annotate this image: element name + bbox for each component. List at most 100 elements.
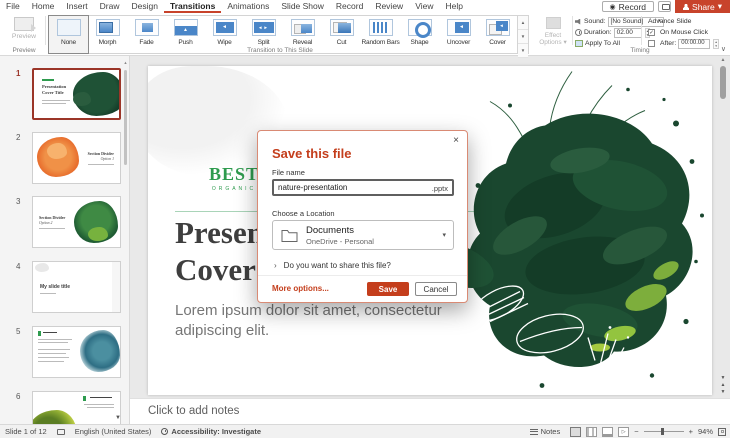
slide-thumbnail-4[interactable]: My slide title [32, 261, 121, 313]
menu-draw[interactable]: Draw [94, 0, 126, 13]
slide-thumbnail-6[interactable] [32, 391, 121, 424]
fern-artwork[interactable] [450, 66, 712, 395]
dialog-footer: More options... Save Cancel [258, 275, 467, 302]
menu-transitions[interactable]: Transitions [163, 0, 222, 13]
thumb-scroll-up-icon[interactable]: ▲ [123, 60, 128, 65]
group-divider [572, 16, 573, 45]
cancel-button[interactable]: Cancel [415, 282, 457, 296]
after-time-spinner[interactable]: ▴ ▾ [713, 38, 720, 49]
transition-shape-icon [407, 19, 432, 38]
more-options-link[interactable]: More options... [272, 284, 329, 293]
transition-none[interactable]: None [48, 15, 89, 54]
transition-reveal-icon [290, 19, 315, 36]
menu-bar: File Home Insert Draw Design Transitions… [0, 0, 730, 13]
slide-vertical-scrollbar[interactable]: ▲ ▼ ▲ ▼ [718, 57, 728, 396]
slide-thumbnail-3[interactable]: Section Divider Option 2 [32, 196, 121, 248]
slide-sorter-view-button[interactable] [586, 426, 598, 437]
scroll-thumb[interactable] [720, 66, 726, 99]
notes-placeholder[interactable]: Click to add notes [148, 405, 239, 417]
share-button[interactable]: Share ▾ [675, 0, 730, 13]
close-icon[interactable]: × [453, 136, 459, 146]
comments-icon[interactable] [658, 1, 672, 12]
fit-slide-button[interactable] [718, 427, 726, 436]
ribbon: Preview Preview None Morph Fade Push Wip… [0, 13, 730, 58]
on-mouse-click-checkbox[interactable]: ✓ On Mouse Click [648, 27, 726, 38]
thumbnail-scrollbar[interactable]: ▲ [123, 60, 128, 420]
display-settings-icon[interactable] [56, 428, 65, 435]
transition-shape[interactable]: Shape [400, 16, 439, 53]
transition-push-icon [173, 19, 198, 36]
accessibility-status[interactable]: Accessibility: Investigate [156, 427, 266, 436]
expander-icon: › [274, 261, 277, 270]
after-checkbox[interactable] [648, 40, 655, 47]
status-bar: Slide 1 of 12 English (United States) Ac… [0, 424, 730, 438]
record-button[interactable]: ◉ Record [601, 1, 655, 12]
location-label: Choose a Location [272, 209, 335, 218]
scroll-up-icon[interactable]: ▲ [718, 57, 728, 63]
menu-design[interactable]: Design [126, 0, 164, 13]
menu-insert[interactable]: Insert [60, 0, 93, 13]
transition-fade[interactable]: Fade [127, 16, 166, 53]
language-indicator[interactable]: English (United States) [70, 427, 157, 436]
transition-uncover[interactable]: Uncover [439, 16, 478, 53]
slide-thumbnail-2[interactable]: Section Divider Option 1 [32, 132, 121, 184]
notes-panel[interactable]: Click to add notes [130, 398, 730, 424]
preview-icon [14, 17, 36, 32]
folder-icon [281, 230, 298, 242]
duration-input[interactable]: 02.00 [613, 27, 642, 38]
transition-morph[interactable]: Morph [88, 16, 127, 53]
gallery-scroll-up-icon[interactable]: ▲ [518, 16, 528, 30]
zoom-out-button[interactable]: − [634, 427, 638, 436]
transition-uncover-icon [446, 19, 471, 36]
transition-random-bars-icon [368, 19, 393, 36]
menu-home[interactable]: Home [26, 0, 61, 13]
transition-none-icon [56, 19, 81, 36]
menu-record[interactable]: Record [330, 0, 369, 13]
slide-number: 5 [16, 327, 21, 336]
location-dropdown[interactable]: Documents OneDrive - Personal ▾ [272, 220, 454, 250]
effect-options-icon [545, 17, 561, 29]
file-name-input[interactable] [278, 181, 418, 194]
scroll-down-icon[interactable]: ▼ [718, 375, 728, 382]
zoom-slider-thumb[interactable] [660, 428, 664, 435]
gallery-more-icon[interactable]: ▼ [518, 44, 528, 58]
slide-number: 4 [16, 262, 21, 271]
collapse-ribbon-icon[interactable]: ∨ [721, 45, 726, 53]
share-expander[interactable]: › Do you want to share this file? [274, 261, 391, 270]
menu-file[interactable]: File [0, 0, 26, 13]
thumb-scroll-down-icon[interactable]: ▼ [115, 415, 121, 421]
file-extension: .pptx [431, 184, 448, 193]
menu-help[interactable]: Help [439, 0, 468, 13]
location-name: Documents [306, 225, 355, 236]
reading-view-button[interactable] [602, 426, 614, 437]
menu-review[interactable]: Review [369, 0, 409, 13]
slide-thumbnail-5[interactable] [32, 326, 121, 378]
next-slide-button[interactable]: ▼ [718, 389, 728, 396]
menu-slide-show[interactable]: Slide Show [275, 0, 330, 13]
previous-slide-button[interactable]: ▲ [718, 382, 728, 389]
notes-toggle-button[interactable]: Notes [525, 427, 566, 436]
normal-view-button[interactable] [570, 426, 582, 437]
effect-options-button[interactable]: Effect Options ▾ [537, 16, 569, 46]
save-button[interactable]: Save [367, 282, 409, 296]
timing-group-label: Timing [630, 47, 650, 54]
zoom-slider[interactable] [643, 428, 684, 435]
zoom-level[interactable]: 94% [698, 427, 713, 436]
slide-thumbnail-1[interactable]: Presentation Cover Title [32, 68, 121, 120]
transition-cover[interactable]: Cover [478, 16, 517, 53]
group-divider [45, 16, 46, 45]
slideshow-view-button[interactable]: ▷ [618, 426, 630, 437]
duration-icon [575, 29, 582, 36]
preview-button[interactable]: Preview [6, 16, 42, 46]
gallery-scroll-down-icon[interactable]: ▼ [518, 30, 528, 44]
thumb-scroll-thumb[interactable] [124, 70, 127, 165]
menu-view[interactable]: View [409, 0, 439, 13]
statusbar-right: Notes ▷ − + 94% [525, 426, 730, 437]
sound-icon [575, 18, 581, 25]
menu-animations[interactable]: Animations [221, 0, 275, 13]
zoom-in-button[interactable]: + [689, 427, 693, 436]
effect-options-caret-icon: ▾ [563, 39, 567, 46]
gallery-group-label: Transition to This Slide [247, 47, 313, 54]
group-divider [641, 16, 642, 45]
checkbox-checked-icon: ✓ [648, 29, 655, 36]
